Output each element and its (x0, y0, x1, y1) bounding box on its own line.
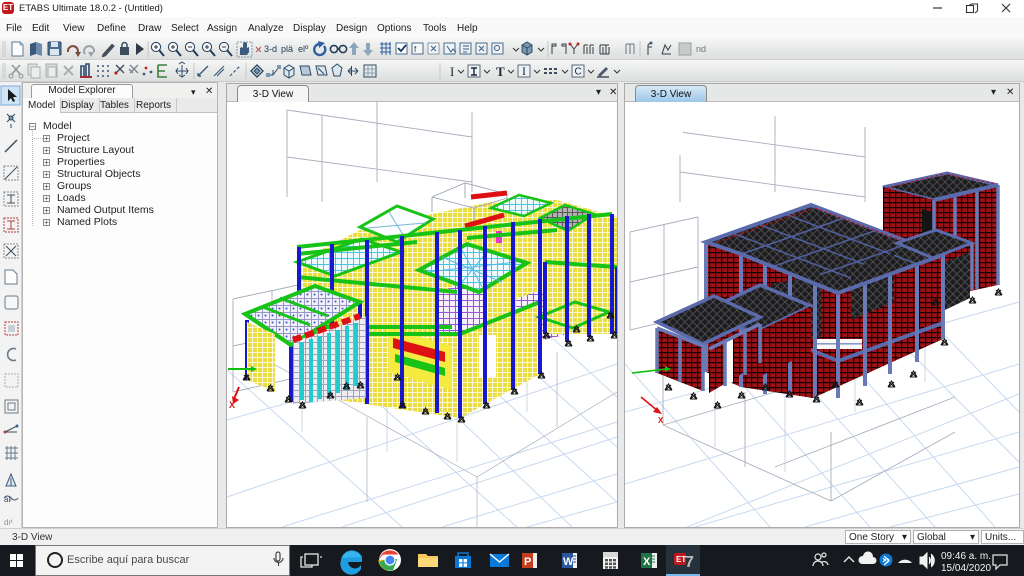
svg-text:09:46 a. m.: 09:46 a. m. (941, 551, 991, 562)
svg-text:W: W (563, 556, 574, 568)
svg-text:T: T (496, 64, 505, 79)
svg-text:X: X (643, 556, 651, 568)
svg-text:C: C (575, 67, 582, 78)
svg-text:plä: plä (281, 44, 293, 54)
svg-text:elº: elº (298, 44, 309, 54)
svg-text:3-d: 3-d (264, 44, 277, 54)
svg-text:I: I (522, 64, 526, 78)
svg-text:X: X (229, 400, 235, 410)
svg-text:X: X (658, 416, 664, 425)
svg-text:drᵗ: drᵗ (4, 518, 13, 527)
svg-text:P: P (524, 556, 531, 568)
svg-text:15/04/2020: 15/04/2020 (941, 563, 991, 574)
svg-text:alʲ: alʲ (4, 495, 12, 504)
svg-text:I: I (450, 64, 454, 79)
svg-text:nd: nd (696, 44, 706, 54)
svg-text:7: 7 (685, 554, 694, 571)
